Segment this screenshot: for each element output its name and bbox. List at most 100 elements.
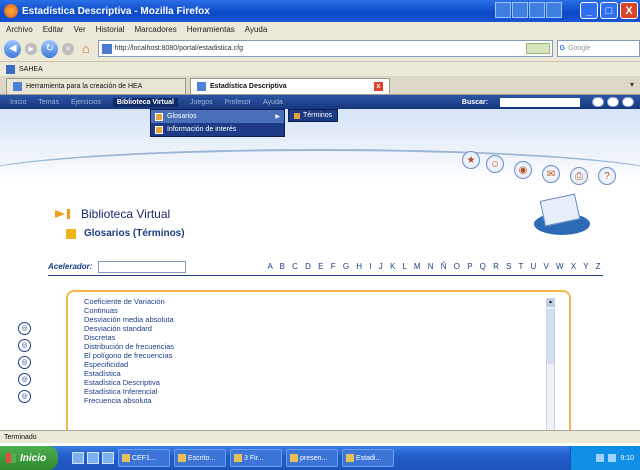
forward-arrow-icon[interactable]: ▶ xyxy=(25,42,38,55)
stop-icon[interactable]: ✕ xyxy=(62,42,75,55)
extra-button-4[interactable] xyxy=(546,2,562,18)
scroll-up-icon[interactable]: ▲ xyxy=(547,299,554,307)
url-bar[interactable]: http://localhost:8080/portal/estadistica… xyxy=(97,40,553,57)
back-arrow-icon[interactable]: ◀ xyxy=(4,39,22,58)
list-item[interactable]: Desviación standard xyxy=(84,324,174,333)
extra-button-3[interactable] xyxy=(529,2,545,18)
scroll-thumb[interactable] xyxy=(547,309,554,364)
site-nav-ayuda[interactable]: Ayuda xyxy=(263,99,283,106)
tab-estadistica[interactable]: Estadística Descriptiva x xyxy=(190,78,390,94)
start-button[interactable]: Inicio xyxy=(0,446,58,470)
quick-launch xyxy=(72,452,114,464)
titlebar-extra-buttons xyxy=(495,2,562,18)
left-icon-3[interactable]: ◎ xyxy=(18,356,31,369)
close-button[interactable]: X xyxy=(620,2,638,19)
quick-launch-icon-1[interactable] xyxy=(72,452,84,464)
list-item[interactable]: Especificidad xyxy=(84,360,174,369)
bookmark-sahea[interactable]: SAHEA xyxy=(19,66,43,73)
taskbar-item[interactable]: Estadi... xyxy=(342,449,394,467)
list-item[interactable]: Estadística Inferencial xyxy=(84,387,174,396)
quick-launch-icon-3[interactable] xyxy=(102,452,114,464)
people-icon[interactable]: ☺ xyxy=(486,155,504,173)
tab-label: Herramienta para la creación de HEA xyxy=(26,83,143,90)
buscar-label: Buscar: xyxy=(461,98,488,106)
list-item[interactable]: Estadística xyxy=(84,369,174,378)
site-control-1[interactable] xyxy=(592,97,604,107)
list-item[interactable]: Coeficiente de Variación xyxy=(84,297,174,306)
menu-marcadores[interactable]: Marcadores xyxy=(135,25,177,34)
site-nav-temas[interactable]: Temas xyxy=(38,99,59,106)
list-item[interactable]: Distribución de frecuencias xyxy=(84,342,174,351)
minimize-button[interactable]: _ xyxy=(580,2,598,19)
tab-list-chevron-icon[interactable]: ▾ xyxy=(630,80,634,89)
reload-icon[interactable]: ↻ xyxy=(41,39,59,58)
left-icon-1[interactable]: ◎ xyxy=(18,322,31,335)
terms-scrollbar[interactable]: ▲ xyxy=(546,298,555,430)
tab-page-icon xyxy=(197,82,206,91)
page-content: Inicio Temas Ejercicios Biblioteca Virtu… xyxy=(0,95,640,430)
submenu-terminos[interactable]: Términos xyxy=(288,109,339,122)
site-nav-juegos[interactable]: Juegos xyxy=(190,99,213,106)
list-item[interactable]: Estadística Descriptiva xyxy=(84,378,174,387)
tab-close-icon[interactable]: x xyxy=(374,82,383,91)
left-icon-5[interactable]: ◎ xyxy=(18,390,31,403)
extra-button-1[interactable] xyxy=(495,2,511,18)
alphabet-index[interactable]: A B C D E F G H I J K L M N Ñ O P Q R S … xyxy=(267,262,603,271)
list-item[interactable]: Discretas xyxy=(84,333,174,342)
list-item[interactable]: Desviación media absoluta xyxy=(84,315,174,324)
subsection-title-text: Glosarios (Términos) xyxy=(84,228,185,239)
menu-archivo[interactable]: Archivo xyxy=(6,25,33,34)
menu-historial[interactable]: Historial xyxy=(96,25,125,34)
list-item[interactable]: Continuas xyxy=(84,306,174,315)
window-titlebar: Estadística Descriptiva - Mozilla Firefo… xyxy=(0,0,640,22)
site-nav-profesor[interactable]: Profesor xyxy=(225,99,251,106)
informacion-icon xyxy=(155,125,163,134)
home-icon[interactable]: ⌂ xyxy=(78,41,93,57)
help-icon[interactable]: ? xyxy=(598,167,616,185)
accelerator-input[interactable] xyxy=(98,260,187,273)
tab-herramienta[interactable]: Herramienta para la creación de HEA xyxy=(6,78,186,94)
taskbar: Inicio CEF1... Escrito... 3 Fir... prese… xyxy=(0,446,640,470)
rss-icon[interactable]: ◉ xyxy=(514,161,532,179)
go-icon[interactable] xyxy=(525,43,550,54)
site-nav-ejercicios[interactable]: Ejercicios xyxy=(71,99,101,106)
task-icon xyxy=(290,454,298,462)
google-icon: G xyxy=(559,45,566,52)
buscar-input[interactable] xyxy=(500,97,580,107)
site-navigation: Inicio Temas Ejercicios Biblioteca Virtu… xyxy=(0,95,640,109)
menu-herramientas[interactable]: Herramientas xyxy=(187,25,235,34)
menu-editar[interactable]: Editar xyxy=(43,25,64,34)
left-icon-4[interactable]: ◎ xyxy=(18,373,31,386)
taskbar-item[interactable]: CEF1... xyxy=(118,449,170,467)
dropdown-item-label: Información de interés xyxy=(167,126,237,133)
tray-icon[interactable] xyxy=(608,454,617,462)
list-item[interactable]: El polígono de frecuencias xyxy=(84,351,174,360)
extra-button-2[interactable] xyxy=(512,2,528,18)
left-icon-2[interactable]: ◎ xyxy=(18,339,31,352)
maximize-button[interactable]: □ xyxy=(600,2,618,19)
taskbar-item[interactable]: Escrito... xyxy=(174,449,226,467)
star-icon[interactable]: ★ xyxy=(462,151,480,169)
taskbar-item[interactable]: presen... xyxy=(286,449,338,467)
tab-bar: Herramienta para la creación de HEA Esta… xyxy=(0,76,640,95)
menu-ayuda[interactable]: Ayuda xyxy=(245,25,268,34)
search-input[interactable]: G Google xyxy=(556,40,640,57)
terminos-icon xyxy=(294,112,300,119)
print-icon[interactable]: ⎙ xyxy=(570,167,588,185)
tray-icon[interactable] xyxy=(596,454,605,462)
menu-ver[interactable]: Ver xyxy=(74,25,86,34)
site-nav-inicio[interactable]: Inicio xyxy=(10,99,26,106)
header-circle-icons: ★ ☺ ◉ ✉ ⎙ ? xyxy=(462,151,632,191)
dropdown-item-glosarios[interactable]: Glosarios ▶ xyxy=(151,110,284,123)
site-control-2[interactable] xyxy=(607,97,619,107)
list-item[interactable]: Frecuencia absoluta xyxy=(84,396,174,405)
site-nav-biblioteca[interactable]: Biblioteca Virtual xyxy=(112,97,178,107)
taskbar-item[interactable]: 3 Fir... xyxy=(230,449,282,467)
task-icon xyxy=(122,454,130,462)
quick-launch-icon-2[interactable] xyxy=(87,452,99,464)
mail-icon[interactable]: ✉ xyxy=(542,165,560,183)
dropdown-item-informacion[interactable]: Información de interés xyxy=(151,123,284,136)
firefox-icon xyxy=(4,4,18,18)
book-illustration xyxy=(528,193,598,245)
site-control-3[interactable] xyxy=(622,97,634,107)
